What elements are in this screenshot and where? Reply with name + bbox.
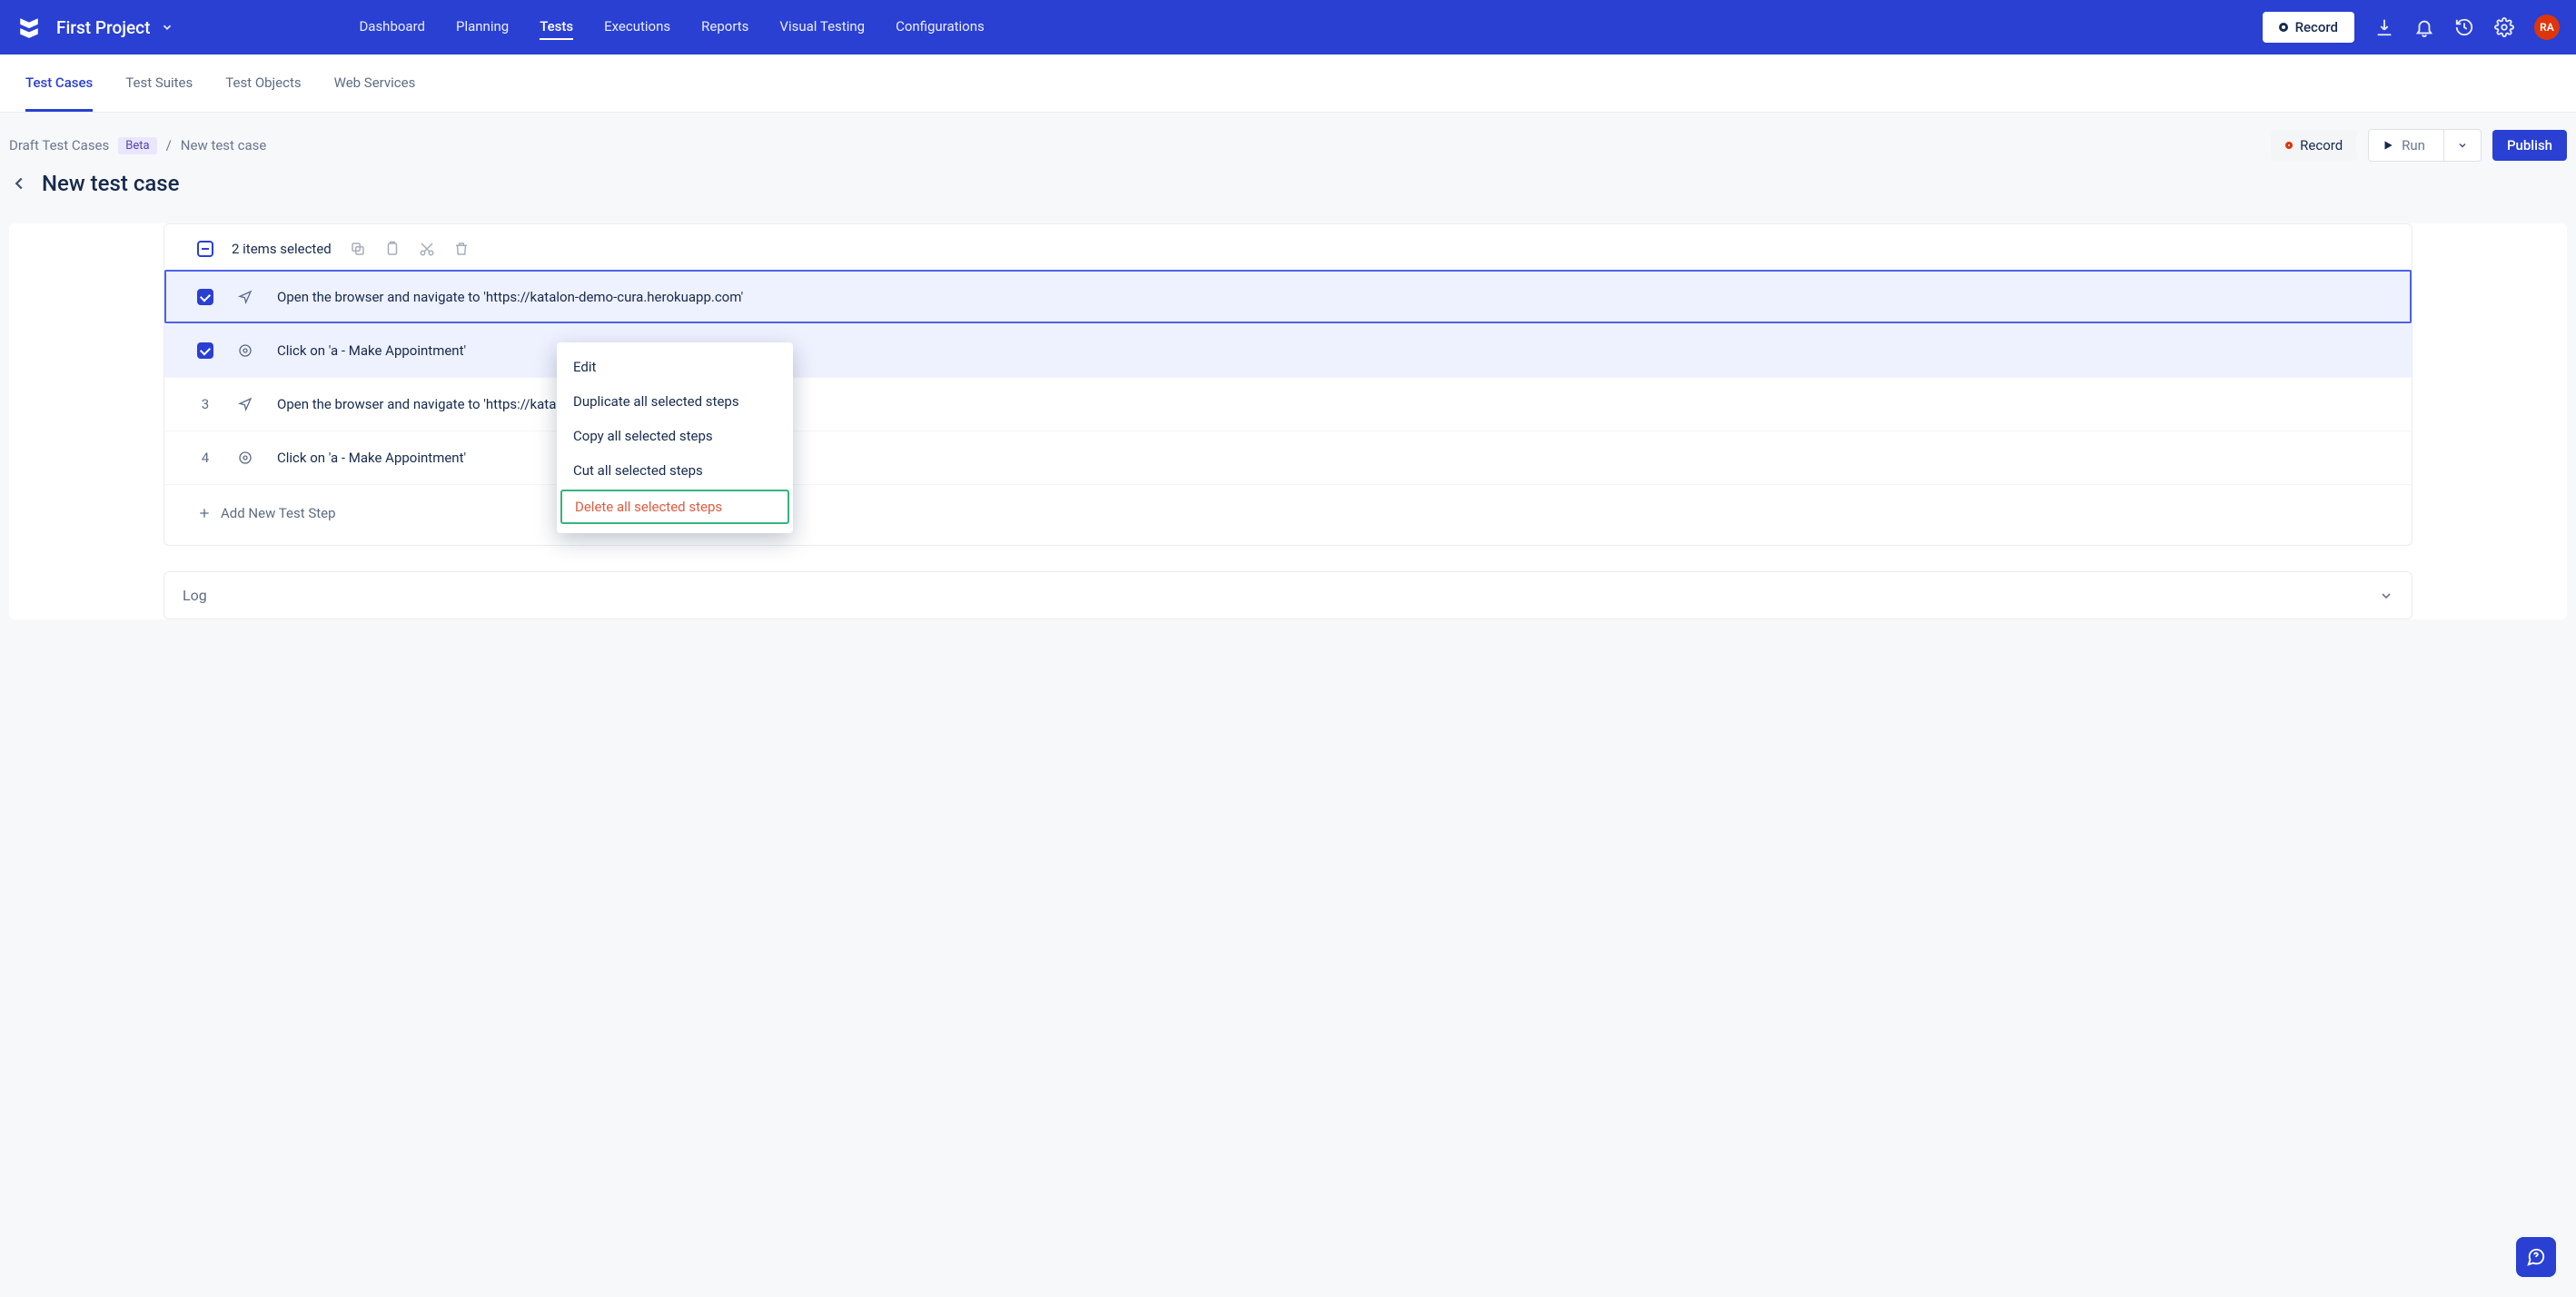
step-number: 4 [197, 450, 213, 466]
breadcrumb: Draft Test Cases Beta / New test case Re… [9, 129, 2567, 162]
record-dot-icon [2285, 142, 2293, 149]
ctx-delete[interactable]: Delete all selected steps [560, 490, 789, 524]
main-nav: Dashboard Planning Tests Executions Repo… [359, 15, 984, 40]
page-title: New test case [42, 171, 2567, 196]
canvas: 2 items selected Open the browser and na… [9, 223, 2567, 619]
project-chevron-down-icon[interactable] [157, 17, 177, 37]
app-logo-icon [16, 15, 42, 40]
tab-test-cases[interactable]: Test Cases [25, 54, 93, 112]
select-all-checkbox[interactable] [197, 241, 213, 257]
step-row[interactable]: Open the browser and navigate to 'https:… [164, 270, 2412, 323]
record-button[interactable]: Record [2271, 130, 2357, 161]
ctx-cut[interactable]: Cut all selected steps [557, 453, 793, 488]
run-dropdown-button[interactable] [2443, 130, 2481, 161]
run-button-group: Run [2368, 129, 2482, 162]
gear-icon[interactable] [2494, 17, 2514, 37]
tab-web-services[interactable]: Web Services [334, 54, 416, 112]
chevron-down-icon [2379, 589, 2393, 603]
avatar[interactable]: RA [2534, 15, 2560, 40]
log-label: Log [183, 587, 207, 604]
nav-executions[interactable]: Executions [604, 15, 670, 40]
history-icon[interactable] [2454, 17, 2474, 37]
record-dot-icon [2279, 23, 2288, 32]
click-icon [237, 450, 253, 465]
step-text: Click on 'a - Make Appointment' [277, 450, 466, 466]
navigate-icon [237, 290, 253, 304]
publish-button-label: Publish [2507, 137, 2552, 153]
add-step-label: Add New Test Step [221, 505, 336, 521]
beta-badge: Beta [118, 137, 156, 154]
back-arrow-icon[interactable] [9, 173, 29, 193]
copy-icon[interactable] [350, 241, 366, 257]
nav-dashboard[interactable]: Dashboard [359, 15, 425, 40]
sub-tabs: Test Cases Test Suites Test Objects Web … [0, 54, 2576, 113]
tab-test-objects[interactable]: Test Objects [225, 54, 301, 112]
paste-icon[interactable] [384, 241, 401, 257]
step-text: Click on 'a - Make Appointment' [277, 342, 466, 359]
add-step-button[interactable]: Add New Test Step [164, 484, 2412, 545]
help-fab[interactable] [2516, 1237, 2556, 1277]
run-button[interactable]: Run [2369, 130, 2443, 161]
click-icon [237, 343, 253, 358]
step-row[interactable]: 4 Click on 'a - Make Appointment' [164, 431, 2412, 484]
step-checkbox[interactable] [197, 342, 213, 359]
project-name[interactable]: First Project [56, 17, 150, 38]
log-panel[interactable]: Log [163, 571, 2413, 619]
nav-visual-testing[interactable]: Visual Testing [779, 15, 865, 40]
page-actions: Record Run Publish [2271, 129, 2567, 162]
step-checkbox[interactable] [197, 289, 213, 305]
selection-bar: 2 items selected [164, 224, 2412, 270]
title-row: New test case [9, 171, 2567, 196]
plus-icon [197, 506, 212, 520]
nav-tests[interactable]: Tests [540, 15, 573, 40]
ctx-edit[interactable]: Edit [557, 350, 793, 384]
trash-icon[interactable] [453, 241, 470, 257]
record-button-label: Record [2300, 137, 2343, 153]
step-row[interactable]: Click on 'a - Make Appointment' [164, 323, 2412, 377]
selection-summary: 2 items selected [232, 241, 332, 257]
nav-configurations[interactable]: Configurations [896, 15, 985, 40]
cut-icon[interactable] [419, 241, 435, 257]
breadcrumb-current: New test case [181, 137, 267, 153]
breadcrumb-separator: / [166, 137, 172, 153]
nav-reports[interactable]: Reports [701, 15, 748, 40]
breadcrumb-root[interactable]: Draft Test Cases [9, 137, 109, 153]
ctx-duplicate[interactable]: Duplicate all selected steps [557, 384, 793, 419]
chevron-down-icon [2457, 140, 2468, 151]
step-row[interactable]: 3 Open the browser and navigate to 'http… [164, 377, 2412, 431]
ctx-copy[interactable]: Copy all selected steps [557, 419, 793, 453]
navigate-icon [237, 397, 253, 411]
chat-help-icon [2526, 1247, 2546, 1267]
nav-planning[interactable]: Planning [456, 15, 509, 40]
play-icon [2382, 139, 2394, 152]
step-number: 3 [197, 396, 213, 412]
top-right-actions: Record RA [2263, 12, 2560, 43]
steps-card: 2 items selected Open the browser and na… [163, 223, 2413, 546]
download-icon[interactable] [2374, 17, 2394, 37]
publish-button[interactable]: Publish [2492, 130, 2567, 161]
run-button-label: Run [2402, 137, 2425, 153]
top-bar: First Project Dashboard Planning Tests E… [0, 0, 2576, 54]
content-header: Draft Test Cases Beta / New test case Re… [0, 113, 2576, 196]
context-menu: Edit Duplicate all selected steps Copy a… [557, 342, 793, 533]
record-button-top-label: Record [2295, 19, 2338, 35]
bell-icon[interactable] [2414, 17, 2434, 37]
tab-test-suites[interactable]: Test Suites [125, 54, 193, 112]
record-button-top[interactable]: Record [2263, 12, 2354, 43]
step-text: Open the browser and navigate to 'https:… [277, 289, 743, 305]
